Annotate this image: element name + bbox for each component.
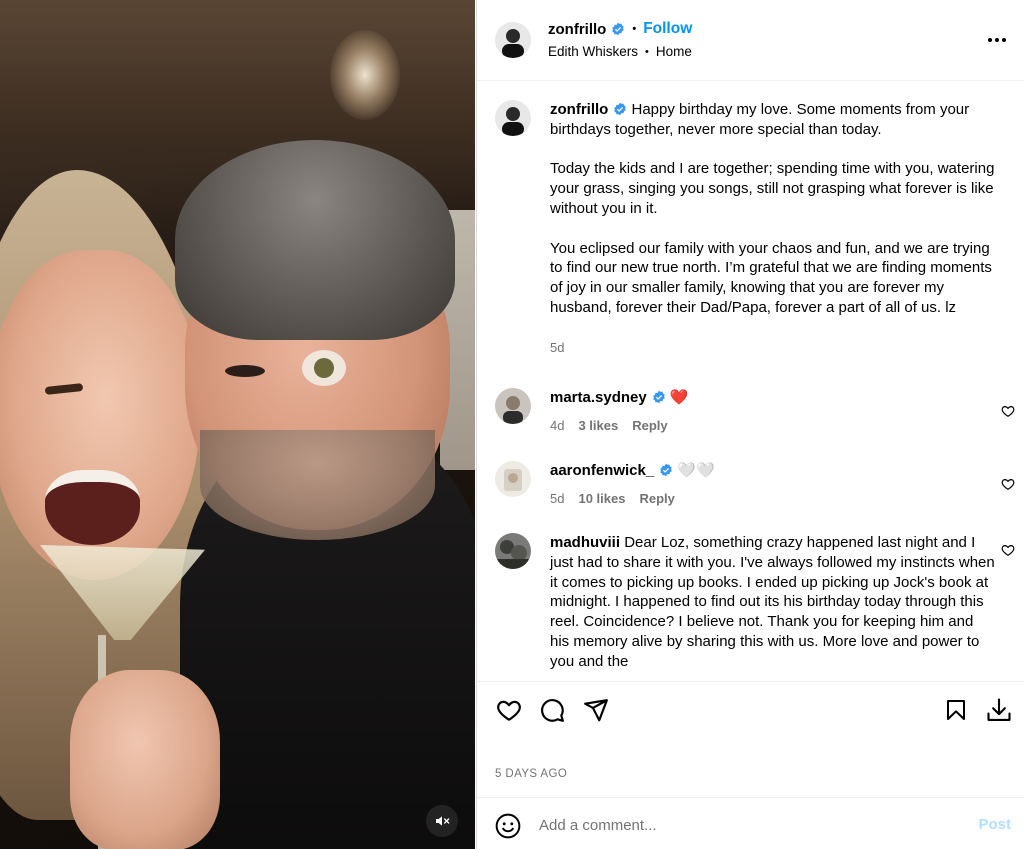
photo-ceiling-light [330, 30, 400, 120]
comment-icon [541, 699, 564, 722]
comment-likes[interactable]: 3 likes [578, 416, 618, 436]
more-options-button[interactable] [985, 28, 1009, 52]
mute-button[interactable] [426, 805, 458, 837]
comment-like-heart-icon[interactable] [1001, 543, 1015, 557]
bookmark-icon [947, 700, 965, 720]
photo-man-beard [200, 430, 435, 540]
verified-badge-icon [652, 390, 666, 404]
comment-button[interactable] [538, 696, 566, 724]
commenter-avatar[interactable] [495, 461, 531, 497]
comment-text: ❤️ [669, 389, 689, 406]
author-avatar[interactable] [495, 22, 531, 58]
comment-text: Dear Loz, something crazy happened last … [550, 534, 995, 670]
post-comment-button[interactable]: Post [978, 816, 1011, 833]
photo-man-eye-right [302, 350, 346, 386]
verified-badge-icon [659, 463, 673, 477]
speaker-muted-icon [436, 816, 450, 826]
comment-text: 🤍🤍 [677, 462, 715, 479]
caption-username[interactable]: zonfrillo [550, 101, 608, 118]
photo-hand [70, 670, 220, 849]
comment-likes[interactable]: 10 likes [578, 489, 625, 509]
download-button[interactable] [985, 696, 1013, 724]
follow-button[interactable]: Follow [643, 20, 692, 38]
photo-man-eye-left [225, 365, 265, 377]
separator-dot: • [632, 23, 637, 35]
reply-button[interactable]: Reply [639, 489, 674, 509]
post-date[interactable]: 5 DAYS AGO [495, 768, 567, 780]
photo-woman-mouth [45, 470, 140, 545]
verified-badge-icon [611, 22, 625, 36]
author-avatar[interactable] [495, 100, 531, 136]
more-options-icon [988, 38, 1006, 42]
comment-input[interactable] [539, 814, 959, 836]
comment-time[interactable]: 4d [550, 416, 564, 436]
caption-paragraph: You eclipsed our family with your chaos … [550, 239, 992, 316]
heart-icon [497, 700, 521, 721]
comment-username[interactable]: aaronfenwick_ [550, 462, 654, 479]
caption-time[interactable]: 5d [550, 338, 564, 358]
smiley-icon[interactable] [495, 813, 521, 839]
comment-username[interactable]: madhuviii [550, 534, 620, 551]
save-button[interactable] [942, 696, 970, 724]
post-details-panel: zonfrillo • Follow Edith Whiskers • Home [476, 0, 1024, 849]
comment-like-heart-icon[interactable] [1001, 404, 1015, 418]
commenter-avatar[interactable] [495, 533, 531, 569]
add-comment-bar: Post [477, 797, 1024, 849]
location-link[interactable]: Home [656, 44, 692, 59]
post-header: zonfrillo • Follow Edith Whiskers • Home [477, 0, 1024, 81]
comment-time[interactable]: 5d [550, 489, 564, 509]
photo-man-hair [175, 140, 455, 340]
post-media-image[interactable] [0, 0, 475, 849]
separator-dot: • [645, 45, 649, 58]
paper-plane-icon [584, 699, 608, 722]
like-button[interactable] [495, 696, 523, 724]
caption-paragraph: Today the kids and I are together; spend… [550, 160, 995, 217]
comments-list[interactable]: zonfrillo Happy birthday my love. Some m… [477, 82, 1024, 680]
commenter-avatar[interactable] [495, 388, 531, 424]
download-icon [987, 698, 1011, 721]
comment-like-heart-icon[interactable] [1001, 477, 1015, 491]
post-actions-bar [477, 681, 1024, 739]
share-button[interactable] [582, 696, 610, 724]
reply-button[interactable]: Reply [632, 416, 667, 436]
author-username[interactable]: zonfrillo [548, 21, 606, 38]
comment-username[interactable]: marta.sydney [550, 389, 647, 406]
audio-attribution[interactable]: Edith Whiskers [548, 44, 638, 59]
verified-badge-icon [613, 102, 627, 116]
